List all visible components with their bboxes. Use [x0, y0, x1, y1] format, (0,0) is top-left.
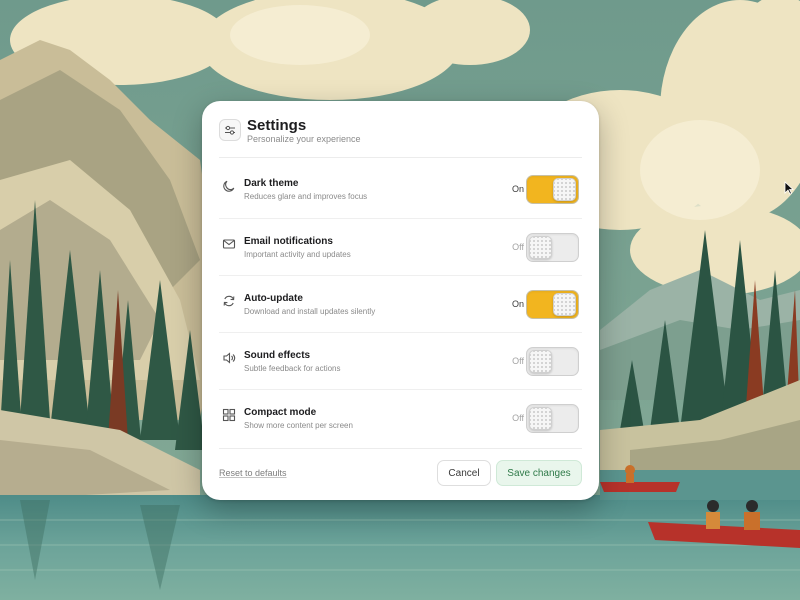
toggle-knob: [529, 236, 552, 259]
save-changes-button[interactable]: Save changes: [496, 460, 582, 486]
grid-icon: [222, 408, 236, 422]
toggle-knob: [553, 178, 576, 201]
setting-label: Compact mode: [244, 407, 317, 418]
mouse-cursor-icon: [784, 181, 794, 195]
setting-label: Dark theme: [244, 178, 299, 189]
setting-row-compact-mode: Compact mode Show more content per scree…: [219, 389, 582, 446]
footer-divider: [219, 448, 582, 449]
setting-state: Off: [512, 242, 524, 252]
setting-description: Show more content per screen: [244, 421, 353, 430]
setting-description: Reduces glare and improves focus: [244, 192, 368, 201]
setting-state: On: [511, 299, 524, 309]
setting-row-auto-update: Auto-update Download and install updates…: [219, 275, 582, 332]
setting-row-email-notifications: Email notifications Important activity a…: [219, 218, 582, 275]
settings-list: Dark theme Reduces glare and improves fo…: [219, 161, 582, 446]
auto-update-toggle[interactable]: [526, 290, 579, 319]
dialog-title: Settings: [247, 117, 307, 134]
setting-state: Off: [512, 413, 524, 423]
reset-defaults-link[interactable]: Reset to defaults: [219, 468, 287, 478]
email-notifications-toggle[interactable]: [526, 233, 579, 262]
dialog-header: Settings Personalize your experience: [219, 117, 582, 157]
settings-dialog: Settings Personalize your experience Dar…: [202, 101, 599, 500]
setting-state: On: [511, 184, 524, 194]
setting-row-dark-theme: Dark theme Reduces glare and improves fo…: [219, 161, 582, 218]
setting-description: Important activity and updates: [244, 250, 351, 259]
setting-label: Sound effects: [244, 350, 311, 361]
compact-mode-toggle[interactable]: [526, 404, 579, 433]
setting-state: Off: [512, 356, 524, 366]
toggle-knob: [553, 293, 576, 316]
setting-description: Download and install updates silently: [244, 307, 376, 316]
sliders-icon: [219, 119, 241, 141]
sound-effects-toggle[interactable]: [526, 347, 579, 376]
dialog-subtitle: Personalize your experience: [247, 134, 361, 144]
setting-label: Email notifications: [244, 236, 333, 247]
dark-theme-toggle[interactable]: [526, 175, 579, 204]
speaker-icon: [222, 351, 236, 365]
toggle-knob: [529, 407, 552, 430]
setting-row-sound-effects: Sound effects Subtle feedback for action…: [219, 332, 582, 389]
header-divider: [219, 157, 582, 158]
toggle-knob: [529, 350, 552, 373]
cancel-button[interactable]: Cancel: [437, 460, 491, 486]
mail-icon: [222, 237, 236, 251]
setting-description: Subtle feedback for actions: [244, 364, 341, 373]
setting-label: Auto-update: [244, 293, 303, 304]
refresh-icon: [222, 294, 236, 308]
moon-icon: [222, 179, 236, 193]
